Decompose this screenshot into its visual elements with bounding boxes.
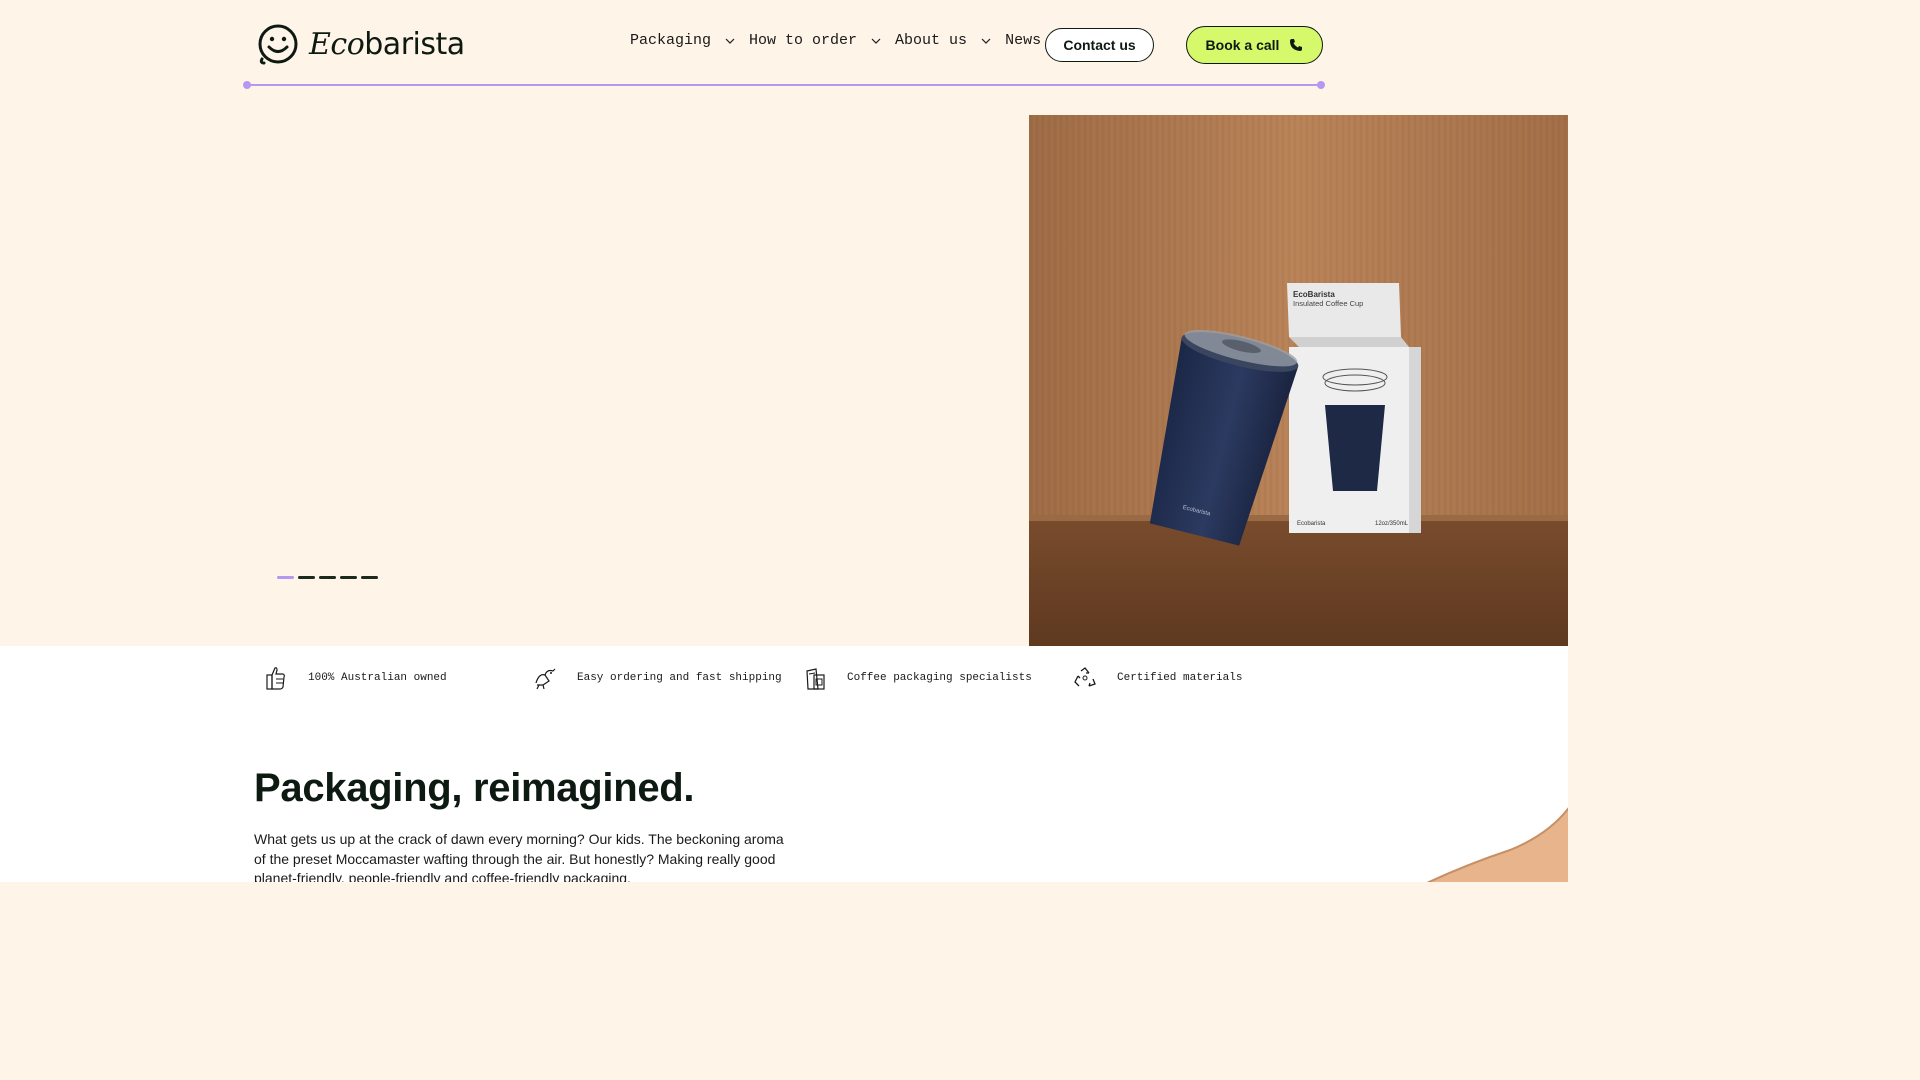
feature-strip: 100% Australian owned Easy ordering and … <box>0 646 1568 710</box>
chevron-down-icon <box>981 38 991 44</box>
feature-australian-owned: 100% Australian owned <box>264 665 447 691</box>
main-nav: Packaging How to order About us News <box>630 32 1041 49</box>
chevron-down-icon <box>871 38 881 44</box>
nav-item-news[interactable]: News <box>1005 32 1041 49</box>
carousel-dot-3[interactable] <box>319 576 336 579</box>
carousel-dot-2[interactable] <box>298 576 315 579</box>
carousel-pagination <box>277 576 378 579</box>
nav-item-label: News <box>1005 32 1042 49</box>
hero-carousel: EcoBarista Insulated Coffee Cup Ecobaris… <box>0 115 1568 646</box>
feature-label: 100% Australian owned <box>308 672 447 684</box>
feature-label: Coffee packaging specialists <box>847 672 1032 684</box>
phone-icon <box>1290 39 1303 51</box>
box-product: Insulated Coffee Cup <box>1293 299 1363 308</box>
box-size: 12oz/350mL <box>1375 521 1409 527</box>
coffee-packaging-icon <box>806 668 825 690</box>
nav-item-label: How to order <box>749 32 858 49</box>
carousel-dot-4[interactable] <box>340 576 357 579</box>
logo-text: Ecobarista <box>309 27 465 62</box>
recycle-icon <box>1074 667 1096 687</box>
intro-section: Packaging, reimagined. What gets us up a… <box>0 710 1568 882</box>
feature-label: Certified materials <box>1117 672 1243 684</box>
hand-image <box>1426 807 1568 882</box>
book-a-call-button[interactable]: Book a call <box>1186 26 1323 64</box>
feature-label: Easy ordering and fast shipping <box>577 672 782 684</box>
nav-item-how-to-order[interactable]: How to order <box>749 32 895 49</box>
logo[interactable]: Ecobarista <box>257 23 465 65</box>
contact-us-button[interactable]: Contact us <box>1045 28 1154 62</box>
carousel-dot-5[interactable] <box>361 576 378 579</box>
book-a-call-label: Book a call <box>1205 37 1280 53</box>
box-brand: EcoBarista <box>1293 290 1335 299</box>
box-logo: Ecobarista <box>1297 521 1326 527</box>
hero-product-image: EcoBarista Insulated Coffee Cup Ecobaris… <box>1029 115 1568 646</box>
site-header: Ecobarista Packaging How to order About … <box>0 0 1568 115</box>
nav-item-packaging[interactable]: Packaging <box>630 32 749 49</box>
nav-item-about-us[interactable]: About us <box>895 32 1005 49</box>
chevron-down-icon <box>725 38 735 44</box>
intro-text: What gets us up at the crack of dawn eve… <box>254 831 784 882</box>
intro-title: Packaging, reimagined. <box>254 766 695 810</box>
product-photo: EcoBarista Insulated Coffee Cup Ecobaris… <box>1029 115 1568 646</box>
header-divider <box>243 81 1325 89</box>
delivery-bird-icon <box>535 668 556 690</box>
feature-certified-materials: Certified materials <box>1073 665 1242 691</box>
smiley-logo-icon <box>258 24 298 65</box>
feature-easy-ordering: Easy ordering and fast shipping <box>533 665 782 691</box>
logo-text-eco: Eco <box>309 26 365 62</box>
thumbs-up-icon <box>266 667 285 690</box>
carousel-dot-1[interactable] <box>277 576 294 579</box>
feature-coffee-packaging: Coffee packaging specialists <box>803 665 1032 691</box>
logo-text-barista: barista <box>364 26 465 62</box>
nav-item-label: Packaging <box>630 32 712 49</box>
nav-item-label: About us <box>895 32 968 49</box>
